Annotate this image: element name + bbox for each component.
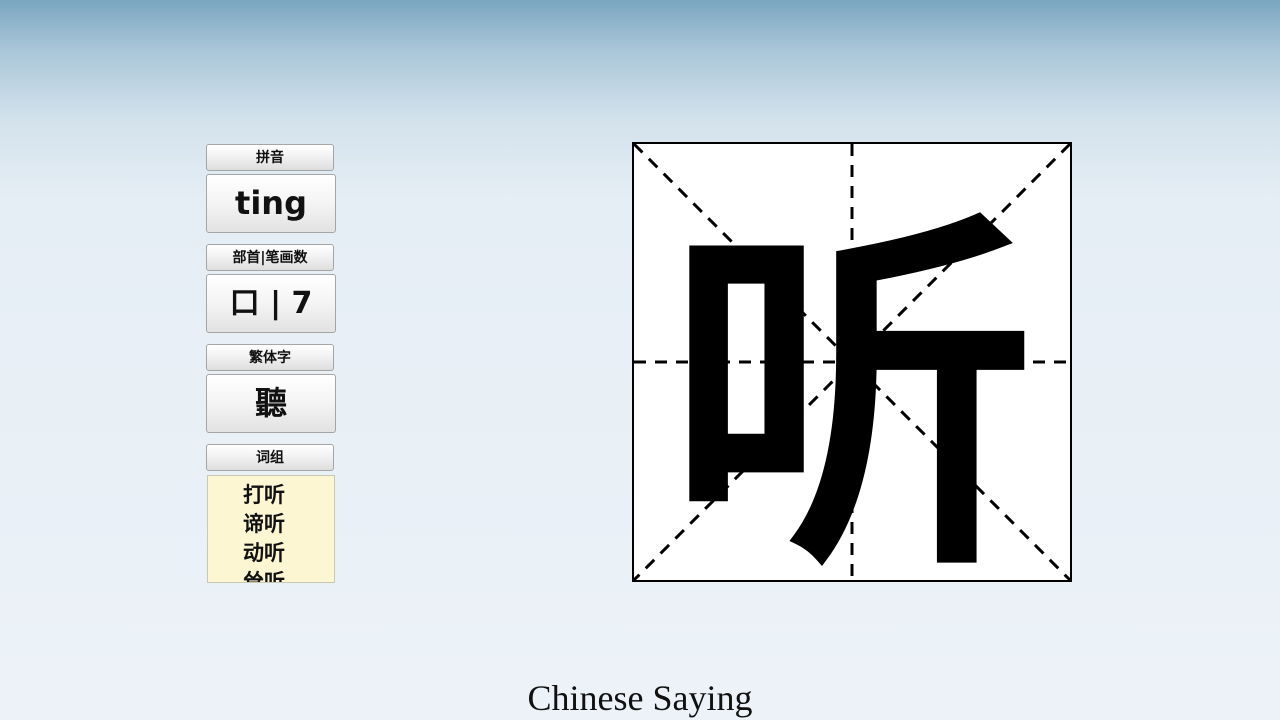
word-item[interactable]: 耸听 (243, 568, 334, 582)
character-glyph: 听 (667, 186, 1037, 582)
word-item[interactable]: 谛听 (243, 510, 334, 539)
words-label-button[interactable]: 词组 (206, 444, 334, 471)
character-grid: 听 (632, 142, 1072, 616)
radical-strokes-value: 口 | 7 (206, 274, 336, 333)
word-item[interactable]: 打听 (243, 481, 334, 510)
radical-strokes-label-button[interactable]: 部首|笔画数 (206, 244, 334, 271)
word-item[interactable]: 动听 (243, 539, 334, 568)
tian-zi-grid: 听 (632, 142, 1072, 616)
pinyin-label-button[interactable]: 拼音 (206, 144, 334, 171)
pinyin-value: ting (206, 174, 336, 233)
traditional-value: 聽 (206, 374, 336, 433)
words-list[interactable]: 打听 谛听 动听 耸听 (207, 475, 335, 583)
traditional-label-button[interactable]: 繁体字 (206, 344, 334, 371)
footer-caption: Chinese Saying (527, 678, 753, 718)
